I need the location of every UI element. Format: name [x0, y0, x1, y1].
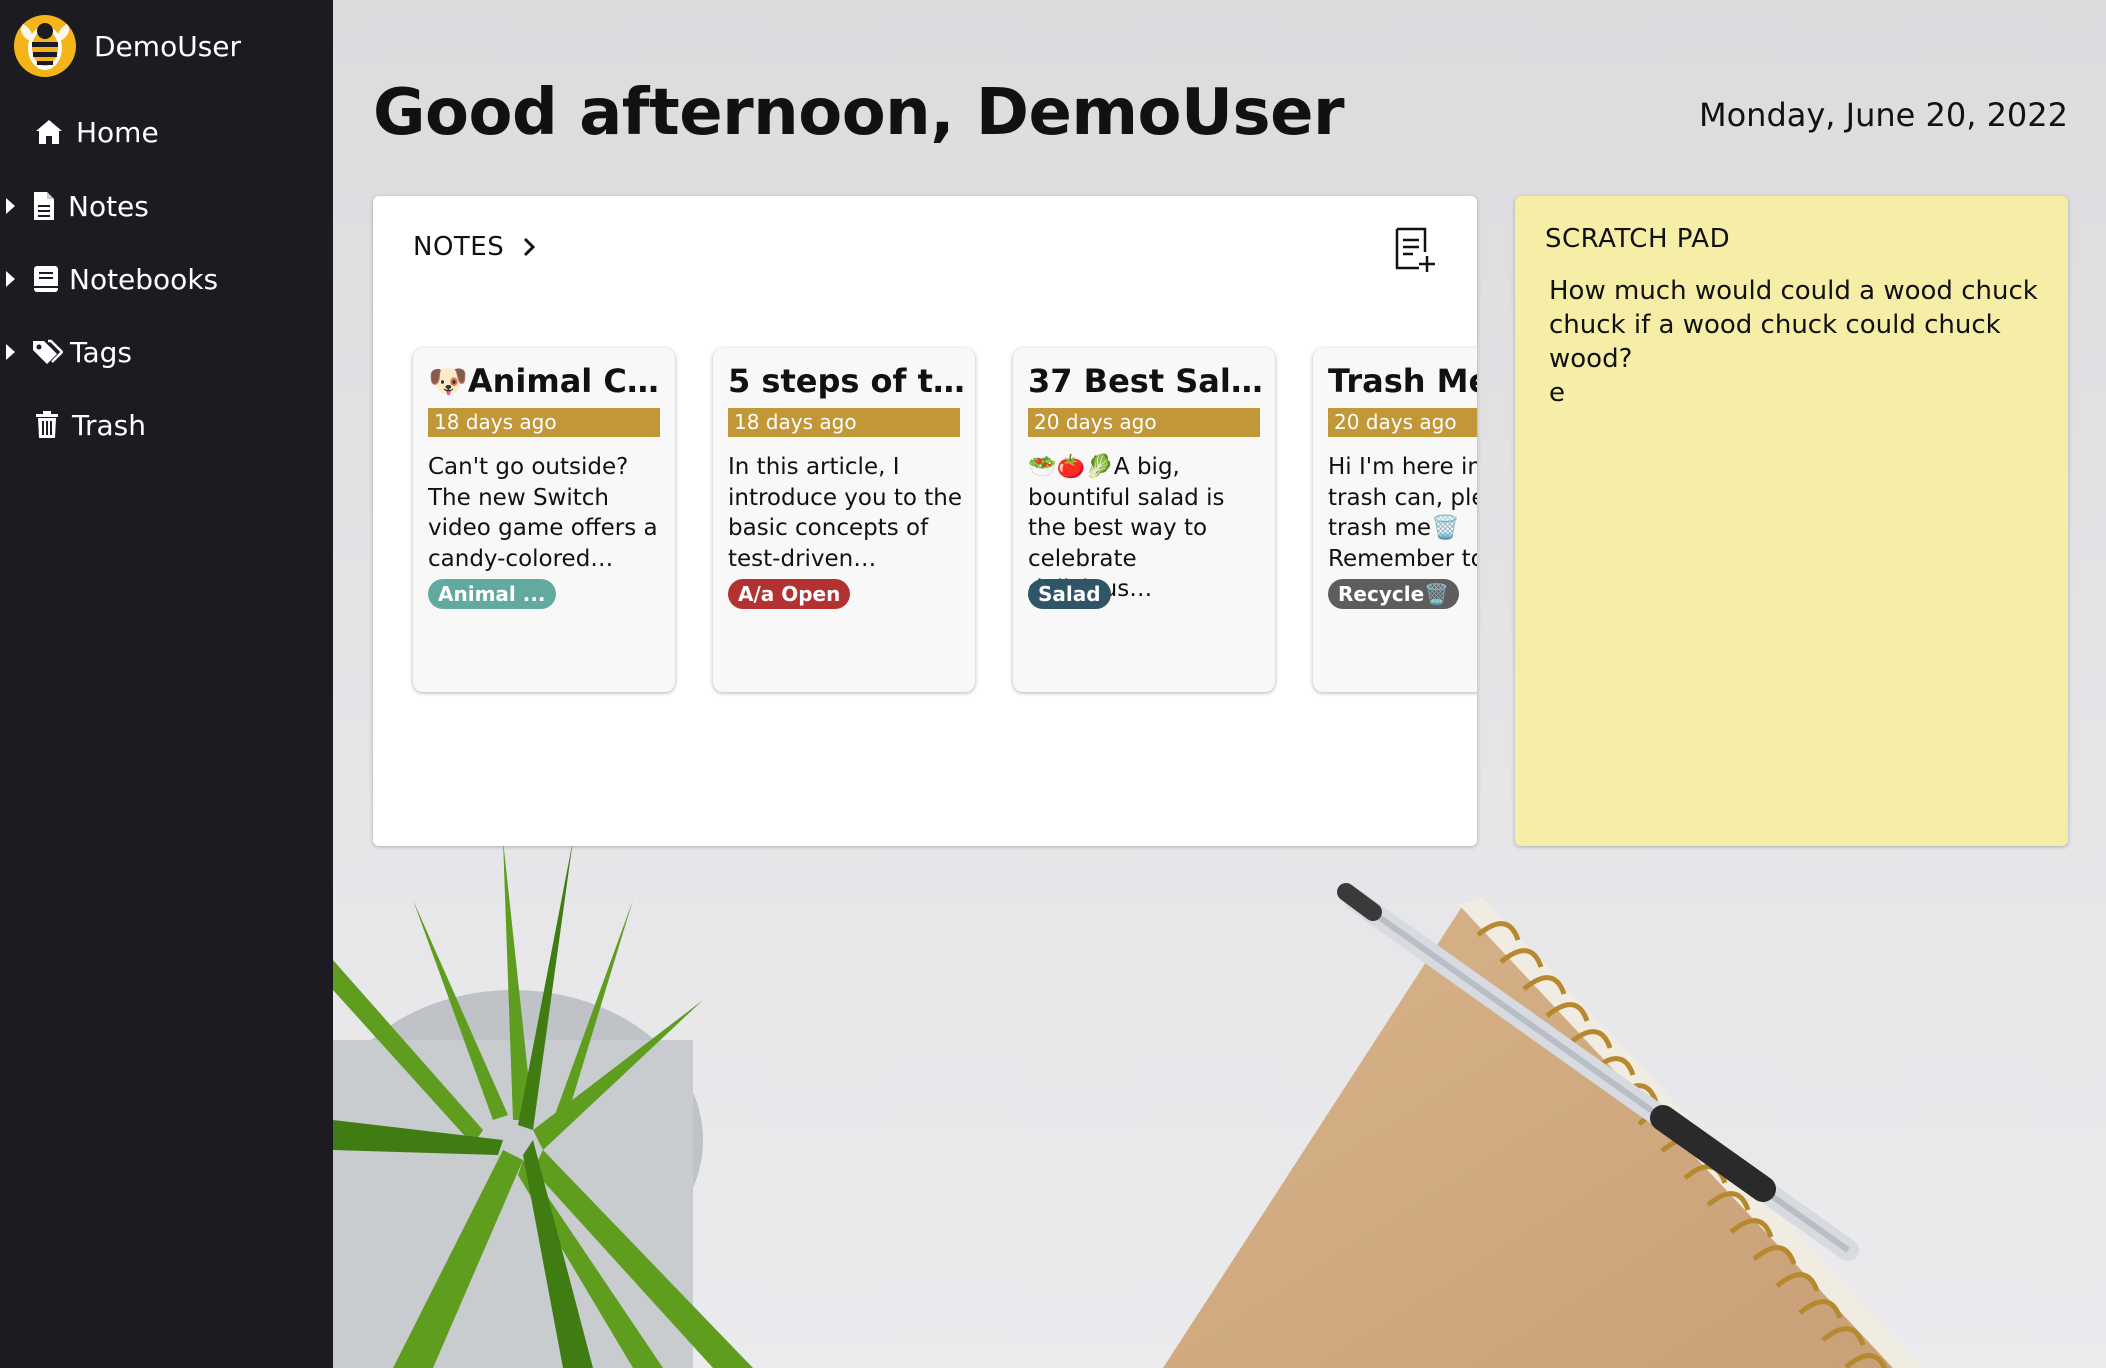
- user-brand[interactable]: DemoUser: [13, 13, 241, 79]
- note-date-badge: 20 days ago: [1028, 408, 1260, 437]
- current-date: Monday, June 20, 2022: [1698, 96, 2068, 134]
- caret-right-icon[interactable]: [6, 271, 15, 287]
- note-tag[interactable]: Recycle🗑️: [1328, 579, 1460, 609]
- note-preview: Can't go outside? The new Switch video g…: [428, 454, 658, 572]
- file-icon: [28, 190, 60, 222]
- greeting-heading: Good afternoon, DemoUser: [373, 76, 1345, 150]
- note-preview: In this article, I introduce you to the …: [728, 454, 963, 572]
- sidebar-item-home[interactable]: Home: [33, 107, 159, 157]
- note-tag[interactable]: Salad: [1028, 579, 1111, 609]
- note-card[interactable]: Trash Me🗑️ 20 days ago Hi I'm here in th…: [1313, 348, 1477, 692]
- scratch-pad: SCRATCH PAD How much would could a wood …: [1515, 196, 2068, 846]
- sidebar-item-label: Home: [76, 115, 159, 149]
- note-card[interactable]: 🐶Animal Crossing: New Horizons 18 days a…: [413, 348, 675, 692]
- notes-panel: NOTES 🐶Animal Crossing: New Horizons 18 …: [373, 196, 1477, 846]
- sidebar: DemoUser Home Notes Notebooks Tags Trash: [0, 0, 333, 1368]
- note-title: 37 Best Salad Recipes: [1028, 362, 1268, 400]
- caret-right-icon[interactable]: [6, 344, 15, 360]
- note-title: Trash Me🗑️: [1328, 362, 1477, 400]
- note-tag[interactable]: A/a Open: [728, 579, 851, 609]
- note-title: 🐶Animal Crossing: New Horizons: [428, 362, 668, 400]
- caret-right-icon[interactable]: [6, 198, 15, 214]
- note-tag[interactable]: Animal ...: [428, 579, 556, 609]
- main-content: Good afternoon, DemoUser Monday, June 20…: [333, 0, 2106, 1368]
- note-card[interactable]: 5 steps of test-driven development 18 da…: [713, 348, 975, 692]
- scratch-pad-textarea[interactable]: How much would could a wood chuck chuck …: [1549, 274, 2059, 410]
- sidebar-item-label: Notebooks: [69, 262, 219, 296]
- sidebar-item-notebooks[interactable]: Notebooks: [0, 254, 333, 304]
- home-icon: [33, 116, 65, 148]
- note-preview: Hi I'm here in the trash can, please tra…: [1328, 454, 1477, 572]
- note-card[interactable]: 37 Best Salad Recipes 20 days ago 🥗🍅🥬A b…: [1013, 348, 1275, 692]
- trash-icon: [31, 409, 63, 441]
- notes-header-link[interactable]: NOTES: [413, 232, 540, 262]
- sidebar-item-trash[interactable]: Trash: [31, 400, 146, 450]
- new-note-icon[interactable]: [1393, 226, 1437, 274]
- note-date-badge: 18 days ago: [728, 408, 960, 437]
- tags-icon: [31, 336, 63, 368]
- notebook-icon: [30, 263, 62, 295]
- bee-logo-icon: [14, 15, 76, 77]
- sidebar-item-label: Trash: [72, 408, 146, 442]
- scratch-pad-title: SCRATCH PAD: [1545, 224, 1731, 254]
- notes-panel-title: NOTES: [413, 232, 505, 262]
- note-date-badge: 18 days ago: [428, 408, 660, 437]
- chevron-right-icon: [524, 237, 536, 257]
- note-date-badge: 20 days ago: [1328, 408, 1477, 437]
- sidebar-item-label: Notes: [68, 189, 149, 223]
- username-label: DemoUser: [94, 29, 242, 63]
- sidebar-item-notes[interactable]: Notes: [0, 181, 333, 231]
- sidebar-item-tags[interactable]: Tags: [0, 327, 333, 377]
- note-title: 5 steps of test-driven development: [728, 362, 968, 400]
- sidebar-item-label: Tags: [70, 335, 132, 369]
